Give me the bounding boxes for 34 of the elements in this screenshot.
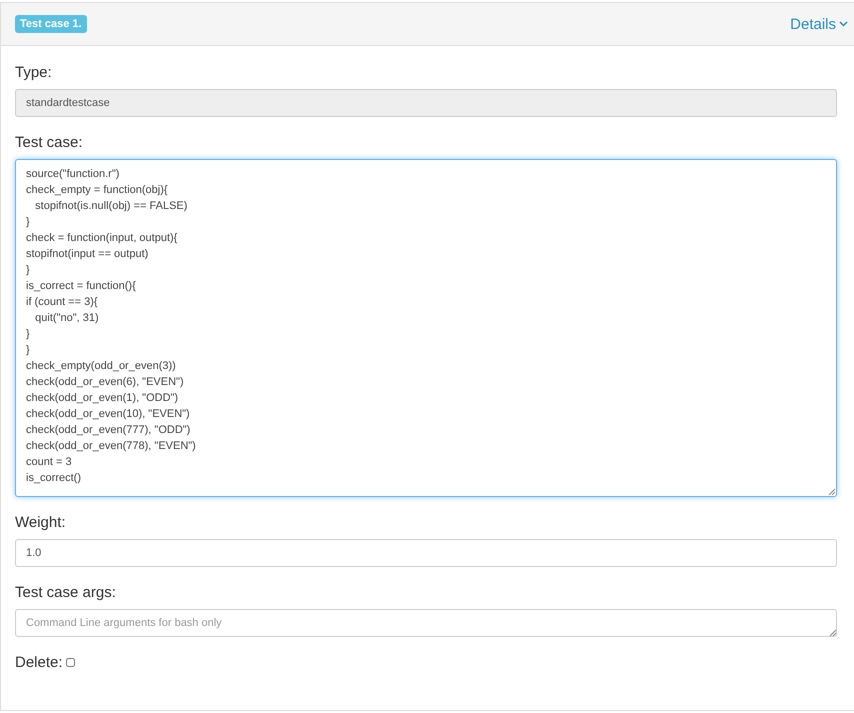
code-line: check(odd_or_even(777), "ODD") xyxy=(26,423,192,438)
details-link[interactable]: Details xyxy=(790,16,848,32)
code-line: check(odd_or_even(6), "EVEN") xyxy=(26,375,185,390)
code-line: check = function(input, output){ xyxy=(26,231,178,246)
code-line: is_correct() xyxy=(26,471,82,486)
field-label: Test case args: xyxy=(15,584,116,601)
code-line: check(odd_or_even(1), "ODD") xyxy=(26,391,180,406)
code-line: } xyxy=(26,263,31,278)
code-line: } xyxy=(26,343,31,358)
code-line: } xyxy=(26,215,31,230)
field-label: Type: xyxy=(15,64,52,81)
test-case-badge: Test case 1. xyxy=(15,15,87,33)
code-line: check(odd_or_even(778), "EVEN") xyxy=(26,439,197,454)
code-line: stopifnot(input == output) xyxy=(26,247,150,262)
code-line: stopifnot(is.null(obj) == FALSE) xyxy=(34,199,188,214)
weight-field[interactable]: 1.0 xyxy=(15,539,837,567)
resize-grip-icon[interactable] xyxy=(829,629,836,636)
field-label: Test case: xyxy=(15,134,83,151)
delete-checkbox[interactable] xyxy=(66,658,75,667)
field-label: Delete: xyxy=(15,654,63,671)
args-field[interactable]: Command Line arguments for bash only xyxy=(15,609,837,637)
resize-grip-icon[interactable] xyxy=(828,488,835,495)
code-line: source("function.r") xyxy=(26,167,120,182)
chevron-down-icon xyxy=(839,21,848,27)
code-line: is_correct = function(){ xyxy=(26,279,137,294)
code-line: check_empty = function(obj){ xyxy=(26,183,169,198)
code-line: if (count == 3){ xyxy=(26,295,99,310)
code-editor[interactable] xyxy=(15,159,837,497)
code-line: check_empty(odd_or_even(3)) xyxy=(26,359,177,374)
code-line: count = 3 xyxy=(26,455,73,470)
code-line: check(odd_or_even(10), "EVEN") xyxy=(26,407,191,422)
code-line: } xyxy=(26,327,31,342)
code-line: quit("no", 31) xyxy=(34,311,100,326)
field-label: Weight: xyxy=(15,514,66,531)
